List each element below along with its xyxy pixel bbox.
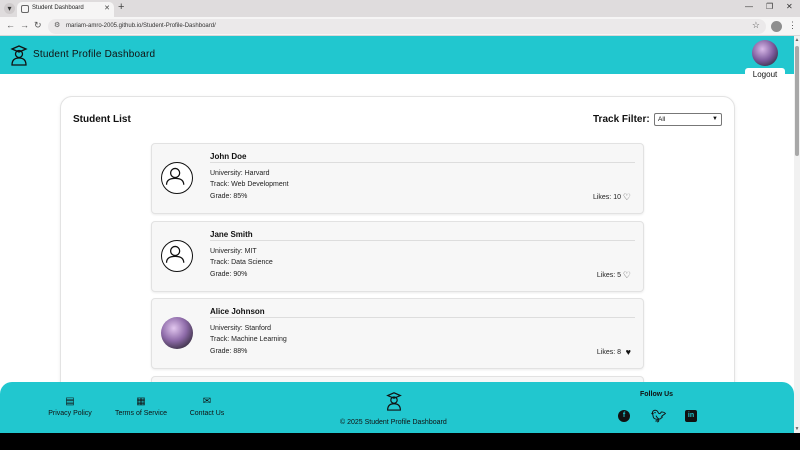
heart-filled-icon[interactable]: ♥ xyxy=(626,348,631,357)
address-bar-row: ← → ↻ ⚙ mariam-amro-2005.github.io/Stude… xyxy=(0,17,800,36)
divider xyxy=(210,240,635,241)
divider xyxy=(210,317,635,318)
logout-button[interactable]: Logout xyxy=(745,68,785,82)
graduate-logo-icon xyxy=(10,45,28,66)
site-header: Student Profile Dashboard Logout xyxy=(0,36,794,82)
minimize-icon[interactable]: — xyxy=(745,2,753,11)
browser-tab[interactable]: Student Dashboard ✕ xyxy=(17,2,114,17)
forward-icon[interactable]: → xyxy=(20,20,29,30)
terms-of-service-link[interactable]: ▦ Terms of Service xyxy=(111,396,171,417)
user-avatar[interactable] xyxy=(752,40,778,66)
twitter-icon[interactable]: 🐦︎ xyxy=(651,410,666,422)
document-icon: ▤ xyxy=(65,396,75,407)
privacy-policy-link[interactable]: ▤ Privacy Policy xyxy=(45,396,95,417)
privacy-policy-label: Privacy Policy xyxy=(48,410,92,417)
copyright-text: © 2025 Student Profile Dashboard xyxy=(340,419,447,426)
tab-search-icon[interactable]: ▾ xyxy=(4,3,15,14)
os-taskbar xyxy=(0,433,800,450)
student-university: University: Stanford xyxy=(210,325,272,332)
student-list-panel: Student List Track Filter: All ▼ John Do… xyxy=(60,96,735,406)
student-name: John Doe xyxy=(210,152,247,161)
envelope-icon: ✉ xyxy=(202,396,212,407)
student-avatar-placeholder-icon xyxy=(161,162,193,194)
favicon-icon xyxy=(21,5,29,13)
new-tab-icon[interactable]: + xyxy=(118,1,124,13)
browser-tab-strip: ▾ Student Dashboard ✕ + — ❐ ✕ xyxy=(0,0,800,17)
student-grade: Grade: 85% xyxy=(210,193,248,200)
graduate-logo-icon xyxy=(386,392,402,411)
site-brand-title[interactable]: Student Profile Dashboard xyxy=(33,49,155,60)
student-likes: Likes: 10 xyxy=(592,194,621,201)
student-grade: Grade: 88% xyxy=(210,348,248,355)
student-avatar-placeholder-icon xyxy=(161,240,193,272)
terms-of-service-label: Terms of Service xyxy=(114,410,168,417)
page-scrollbar[interactable]: ▲ ▼ xyxy=(794,36,800,433)
contact-us-link[interactable]: ✉ Contact Us xyxy=(187,396,227,417)
student-track: Track: Data Science xyxy=(210,259,273,266)
scroll-down-icon[interactable]: ▼ xyxy=(794,426,800,432)
divider xyxy=(210,162,635,163)
contact-us-label: Contact Us xyxy=(189,410,225,417)
student-track: Track: Web Development xyxy=(210,181,289,188)
student-university: University: MIT xyxy=(210,248,257,255)
student-likes: Likes: 8 xyxy=(596,349,621,356)
student-list-title: Student List xyxy=(73,114,131,125)
student-grade: Grade: 90% xyxy=(210,271,248,278)
track-filter-label: Track Filter: xyxy=(593,114,650,125)
student-card[interactable]: Alice Johnson University: Stanford Track… xyxy=(151,298,644,369)
facebook-icon[interactable]: f xyxy=(618,410,630,422)
student-name: Jane Smith xyxy=(210,230,253,239)
browser-menu-icon[interactable]: ⋮ xyxy=(788,20,797,31)
back-icon[interactable]: ← xyxy=(6,20,15,30)
url-input[interactable]: ⚙ mariam-amro-2005.github.io/Student-Pro… xyxy=(48,19,766,34)
student-track: Track: Machine Learning xyxy=(210,336,287,343)
linkedin-icon[interactable]: in xyxy=(685,410,697,422)
url-text: mariam-amro-2005.github.io/Student-Profi… xyxy=(66,23,216,29)
site-footer: ▤ Privacy Policy ▦ Terms of Service ✉ Co… xyxy=(0,382,794,433)
scroll-thumb[interactable] xyxy=(795,46,799,156)
close-tab-icon[interactable]: ✕ xyxy=(104,4,110,12)
student-university: University: Harvard xyxy=(210,170,270,177)
site-info-icon[interactable]: ⚙ xyxy=(54,21,60,29)
follow-us-heading: Follow Us xyxy=(640,391,674,398)
student-name: Alice Johnson xyxy=(210,307,265,316)
clipboard-icon: ▦ xyxy=(136,396,146,407)
track-filter-value: All xyxy=(658,116,666,123)
close-window-icon[interactable]: ✕ xyxy=(786,2,793,11)
student-card[interactable]: John Doe University: Harvard Track: Web … xyxy=(151,143,644,214)
heart-outline-icon[interactable]: ♡ xyxy=(623,271,631,280)
tab-title: Student Dashboard xyxy=(32,5,84,11)
browser-profile-icon[interactable] xyxy=(771,21,782,32)
page-viewport: Student Profile Dashboard Logout Student… xyxy=(0,36,794,433)
student-photo xyxy=(161,317,193,349)
reload-icon[interactable]: ↻ xyxy=(34,20,42,31)
student-card[interactable]: Jane Smith University: MIT Track: Data S… xyxy=(151,221,644,292)
restore-icon[interactable]: ❐ xyxy=(766,2,773,11)
heart-outline-icon[interactable]: ♡ xyxy=(623,193,631,202)
bookmark-star-icon[interactable]: ☆ xyxy=(752,20,760,31)
student-likes: Likes: 5 xyxy=(596,272,621,279)
chevron-down-icon: ▼ xyxy=(712,116,718,122)
scroll-up-icon[interactable]: ▲ xyxy=(794,37,800,43)
track-filter-select[interactable]: All ▼ xyxy=(654,113,722,126)
